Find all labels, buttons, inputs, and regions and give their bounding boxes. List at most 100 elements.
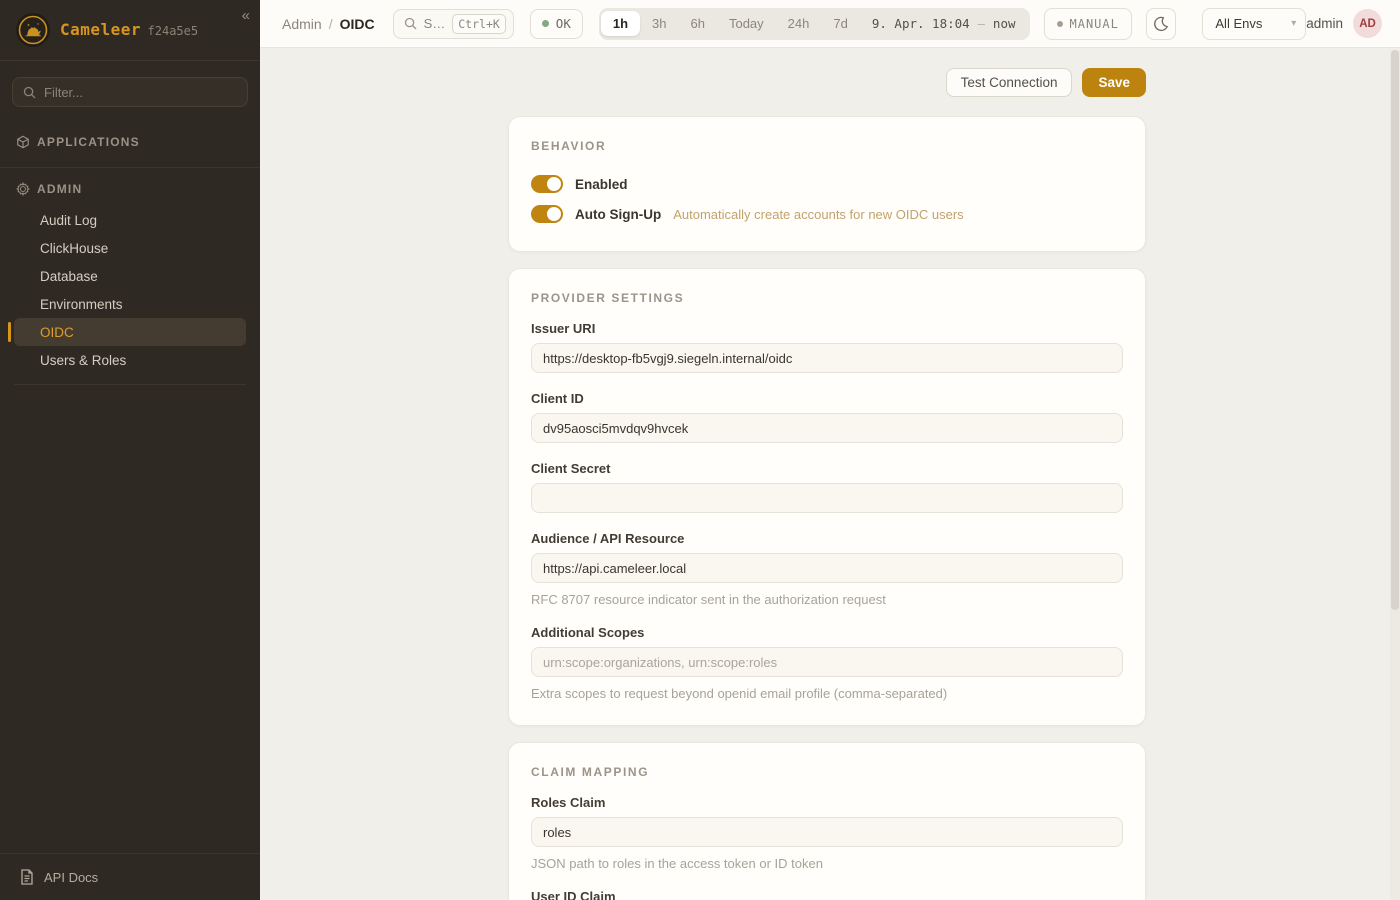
status-badge[interactable]: OK	[530, 9, 583, 39]
enabled-toggle-label: Enabled	[575, 177, 628, 192]
time-range-from[interactable]: 9. Apr. 18:04	[872, 16, 970, 31]
brand-build-hash: f24a5e5	[148, 24, 199, 38]
claim-mapping-card: CLAIM MAPPING Roles Claim JSON path to r…	[508, 742, 1146, 900]
document-icon	[20, 869, 34, 885]
form-actions: Test Connection Save	[508, 68, 1146, 97]
range-7d-button[interactable]: 7d	[821, 11, 859, 36]
client-id-label: Client ID	[531, 391, 1123, 406]
additional-scopes-label: Additional Scopes	[531, 625, 1123, 640]
avatar[interactable]: AD	[1353, 9, 1382, 38]
applications-section-header[interactable]: APPLICATIONS	[14, 131, 246, 153]
sidebar: Cameleer f24a5e5 « APPLICATIONS ADMIN	[0, 0, 260, 900]
user-id-claim-field: User ID Claim Claim used as unique user …	[531, 889, 1123, 900]
breadcrumb-current: OIDC	[340, 16, 375, 32]
manual-label: MANUAL	[1070, 17, 1119, 31]
scrollbar-thumb[interactable]	[1391, 50, 1399, 610]
auto-signup-toggle-label: Auto Sign-Up	[575, 207, 661, 222]
client-secret-input[interactable]	[531, 483, 1123, 513]
search-placeholder-text: S…	[424, 16, 446, 31]
chevron-down-icon: ▾	[1291, 18, 1296, 29]
refresh-mode-manual-button[interactable]: MANUAL	[1044, 8, 1132, 40]
sidebar-collapse-icon[interactable]: «	[242, 8, 250, 23]
additional-scopes-hint: Extra scopes to request beyond openid em…	[531, 686, 1123, 701]
environment-select[interactable]: All Envs ▾	[1202, 8, 1306, 40]
breadcrumb: Admin / OIDC	[282, 16, 375, 32]
range-6h-button[interactable]: 6h	[679, 11, 717, 36]
oidc-settings-form: Test Connection Save BEHAVIOR Enabled Au…	[508, 48, 1146, 900]
time-range-separator: –	[978, 16, 985, 31]
sidebar-item-users-roles[interactable]: Users & Roles	[14, 346, 246, 374]
time-range-to[interactable]: now	[993, 16, 1016, 31]
sidebar-item-environments[interactable]: Environments	[14, 290, 246, 318]
theme-toggle-button[interactable]	[1146, 8, 1177, 40]
range-24h-button[interactable]: 24h	[776, 11, 822, 36]
sidebar-filter[interactable]	[12, 77, 248, 107]
admin-nav-items: Audit Log ClickHouse Database Environmen…	[14, 206, 246, 385]
save-button[interactable]: Save	[1082, 68, 1146, 97]
behavior-card-title: BEHAVIOR	[531, 139, 1123, 153]
audience-hint: RFC 8707 resource indicator sent in the …	[531, 592, 1123, 607]
search-icon	[23, 86, 36, 99]
environment-selected-value: All Envs	[1215, 16, 1262, 31]
auto-signup-toggle-row: Auto Sign-Up Automatically create accoun…	[531, 199, 1123, 229]
user-name: admin	[1306, 16, 1343, 31]
content-area: Test Connection Save BEHAVIOR Enabled Au…	[260, 48, 1400, 900]
client-secret-label: Client Secret	[531, 461, 1123, 476]
issuer-uri-input[interactable]	[531, 343, 1123, 373]
sidebar-filter-wrap	[0, 61, 260, 121]
range-1h-button[interactable]: 1h	[601, 11, 640, 36]
roles-claim-label: Roles Claim	[531, 795, 1123, 810]
sidebar-section-admin: ADMIN Audit Log ClickHouse Database Envi…	[0, 168, 260, 397]
additional-scopes-input[interactable]	[531, 647, 1123, 677]
auto-signup-toggle[interactable]	[531, 205, 563, 223]
sidebar-filter-input[interactable]	[44, 85, 237, 100]
sidebar-item-audit-log[interactable]: Audit Log	[14, 206, 246, 234]
api-docs-label: API Docs	[44, 870, 98, 885]
sidebar-item-database[interactable]: Database	[14, 262, 246, 290]
status-label: OK	[556, 16, 571, 31]
brand-name: Cameleer	[60, 20, 141, 39]
admin-section-header[interactable]: ADMIN	[14, 178, 246, 200]
provider-settings-card: PROVIDER SETTINGS Issuer URI Client ID C…	[508, 268, 1146, 726]
additional-scopes-field: Additional Scopes Extra scopes to reques…	[531, 625, 1123, 701]
roles-claim-field: Roles Claim JSON path to roles in the ac…	[531, 795, 1123, 871]
client-secret-field: Client Secret	[531, 461, 1123, 513]
audience-input[interactable]	[531, 553, 1123, 583]
status-dot-icon	[542, 20, 549, 27]
search-icon	[404, 17, 417, 30]
sidebar-item-oidc[interactable]: OIDC	[14, 318, 246, 346]
global-search[interactable]: S… Ctrl+K	[393, 9, 514, 39]
sidebar-section-applications: APPLICATIONS	[0, 121, 260, 168]
cameleer-logo-icon	[16, 13, 50, 47]
applications-section-label: APPLICATIONS	[37, 135, 140, 149]
client-id-input[interactable]	[531, 413, 1123, 443]
sidebar-header: Cameleer f24a5e5 «	[0, 0, 260, 61]
brand: Cameleer f24a5e5	[60, 20, 198, 40]
breadcrumb-separator: /	[329, 16, 333, 32]
search-shortcut-kbd: Ctrl+K	[452, 14, 506, 34]
provider-settings-card-title: PROVIDER SETTINGS	[531, 291, 1123, 305]
range-today-button[interactable]: Today	[717, 11, 776, 36]
topbar: Admin / OIDC S… Ctrl+K OK 1h 3h 6h Today…	[260, 0, 1400, 48]
manual-dot-icon	[1057, 21, 1063, 27]
admin-section-label: ADMIN	[37, 182, 82, 196]
issuer-uri-label: Issuer URI	[531, 321, 1123, 336]
issuer-uri-field: Issuer URI	[531, 321, 1123, 373]
sidebar-footer-api-docs[interactable]: API Docs	[0, 853, 260, 900]
range-3h-button[interactable]: 3h	[640, 11, 678, 36]
test-connection-button[interactable]: Test Connection	[946, 68, 1073, 97]
claim-mapping-card-title: CLAIM MAPPING	[531, 765, 1123, 779]
time-range-bar: 1h 3h 6h Today 24h 7d 9. Apr. 18:04 – no…	[599, 8, 1030, 40]
user-area: admin AD	[1306, 9, 1382, 38]
behavior-card: BEHAVIOR Enabled Auto Sign-Up Automatica…	[508, 116, 1146, 252]
enabled-toggle[interactable]	[531, 175, 563, 193]
audience-label: Audience / API Resource	[531, 531, 1123, 546]
breadcrumb-parent[interactable]: Admin	[282, 16, 322, 32]
auto-signup-hint: Automatically create accounts for new OI…	[673, 207, 963, 222]
sidebar-item-clickhouse[interactable]: ClickHouse	[14, 234, 246, 262]
cube-icon	[16, 135, 30, 149]
roles-claim-hint: JSON path to roles in the access token o…	[531, 856, 1123, 871]
roles-claim-input[interactable]	[531, 817, 1123, 847]
client-id-field: Client ID	[531, 391, 1123, 443]
enabled-toggle-row: Enabled	[531, 169, 1123, 199]
